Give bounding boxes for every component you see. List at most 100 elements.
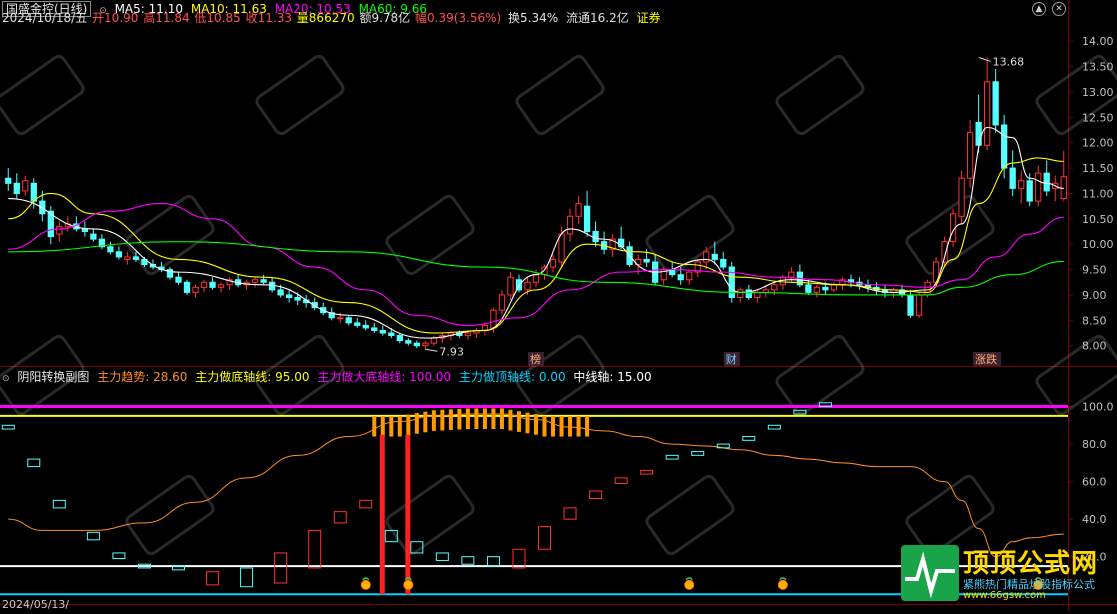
stock-chart: 8.00 8.50 9.00 9.50 10.00 10.50 11.00 11.50 12.0… <box>0 0 1117 611</box>
candle-down <box>396 335 403 342</box>
trend-bar <box>474 408 479 430</box>
deep-bottom-axis-value: 主力做大底轴线: 100.00 <box>317 370 452 384</box>
bottom-axis-value: 主力做底轴线: 95.00 <box>195 370 310 384</box>
candle-down <box>592 231 599 243</box>
trend-bar <box>389 415 394 437</box>
candle-down <box>13 182 20 194</box>
coin-marker-icon <box>403 579 414 590</box>
mid-axis-value: 中线轴: 15.00 <box>573 370 652 384</box>
event-tag: 榜 <box>530 352 541 366</box>
bar-turnover: 换5.34% <box>508 11 559 25</box>
candle-up <box>686 271 693 281</box>
bottom-date-label: 2024/05/13/ <box>2 598 70 611</box>
sub-chart-title[interactable]: 阴阳转换副图 <box>17 370 89 384</box>
candle-down <box>209 281 216 288</box>
candle-down <box>30 182 37 202</box>
trend-bar <box>508 409 513 431</box>
bar-date: 2024/10/18/五 <box>2 11 88 25</box>
candle-up <box>524 281 531 291</box>
candle-down <box>728 266 735 298</box>
candle-up <box>22 180 29 192</box>
candle-down <box>805 284 812 293</box>
candle-up <box>771 284 778 291</box>
candle-up <box>813 286 821 293</box>
trend-bar <box>482 408 487 430</box>
sub-menu-icon[interactable]: ⊙ <box>2 374 10 384</box>
main-y-tick-label: 8.50 <box>1082 314 1107 327</box>
trend-bar <box>465 408 470 430</box>
sector-tag[interactable]: 证券 <box>637 11 661 25</box>
close-icon[interactable]: ✕ <box>1052 2 1066 16</box>
candle-down <box>413 342 420 347</box>
bar-high: 高11.84 <box>143 11 190 25</box>
candle-up <box>464 332 472 337</box>
candle-down <box>183 281 191 293</box>
watermark-logo: 顶顶公式网 紧熊热门精品炒股指标公式 www.66gsw.com <box>901 543 1113 605</box>
bar-amount: 额9.78亿 <box>359 11 411 25</box>
event-tag: 财 <box>726 352 737 366</box>
trend-value: 主力趋势: 28.60 <box>97 370 188 384</box>
candle-down <box>81 228 89 233</box>
candle-up <box>1060 176 1067 200</box>
event-tag: 涨跌 <box>975 352 997 366</box>
trend-bar <box>372 415 377 437</box>
candle-up <box>788 271 795 278</box>
candle-up <box>430 337 437 344</box>
collapse-icon[interactable]: ▲ <box>1032 2 1046 16</box>
trend-bar <box>423 411 428 433</box>
trend-bar <box>585 415 590 437</box>
sub-y-tick-label: 40.0 <box>1082 513 1107 526</box>
coin-marker-icon <box>684 579 695 590</box>
candle-down <box>711 253 718 260</box>
candle-down <box>5 177 12 184</box>
candle-down <box>260 279 267 283</box>
candle-up <box>1035 172 1042 202</box>
sub-header: ⊙ 阴阳转换副图 主力趋势: 28.60 主力做底轴线: 95.00 主力做大底… <box>2 368 656 386</box>
candle-up <box>549 258 557 268</box>
trend-bar <box>516 411 521 432</box>
trend-bar <box>525 412 530 434</box>
candle-down <box>720 258 727 268</box>
candle-up <box>507 276 514 296</box>
bar-volume: 量866270 <box>296 11 355 25</box>
candle-up <box>251 279 259 283</box>
signal-bar <box>405 434 411 595</box>
trend-bar <box>457 408 462 430</box>
candle-down <box>992 81 999 126</box>
candle-up <box>541 266 548 276</box>
trend-bar <box>380 415 385 437</box>
trend-bar <box>576 415 581 437</box>
candle-up <box>830 284 838 291</box>
watermark-url: www.66gsw.com <box>963 590 1046 601</box>
watermark-badge-icon <box>901 545 959 601</box>
candle-up <box>1018 180 1025 189</box>
candle-down <box>1026 180 1033 202</box>
candle-up <box>983 81 991 146</box>
trend-bar <box>431 410 436 431</box>
trend-bar <box>551 415 556 437</box>
price-annotation: 13.68 <box>993 55 1025 68</box>
main-y-tick-label: 10.50 <box>1082 213 1114 226</box>
candle-up <box>915 294 923 316</box>
candle-down <box>268 281 276 291</box>
candle-down <box>115 251 123 258</box>
candle-down <box>1001 124 1008 169</box>
trend-bar <box>499 408 504 430</box>
main-y-tick-label: 12.00 <box>1082 137 1114 150</box>
candle-down <box>354 322 361 326</box>
candle-up <box>558 233 565 263</box>
candle-up <box>490 309 497 329</box>
candle-up <box>124 256 131 260</box>
bar-low: 低10.85 <box>194 11 241 25</box>
candle-down <box>677 274 684 281</box>
candle-down <box>822 286 829 291</box>
candle-up <box>422 342 429 347</box>
signal-bar <box>379 434 385 595</box>
price-annotation: 7.93 <box>439 345 464 358</box>
trend-bar <box>534 414 538 435</box>
main-y-tick-label: 9.00 <box>1082 289 1107 302</box>
candle-down <box>388 332 395 337</box>
candle-down <box>1009 167 1016 189</box>
trend-bar <box>406 414 411 436</box>
trend-bar <box>491 408 496 430</box>
